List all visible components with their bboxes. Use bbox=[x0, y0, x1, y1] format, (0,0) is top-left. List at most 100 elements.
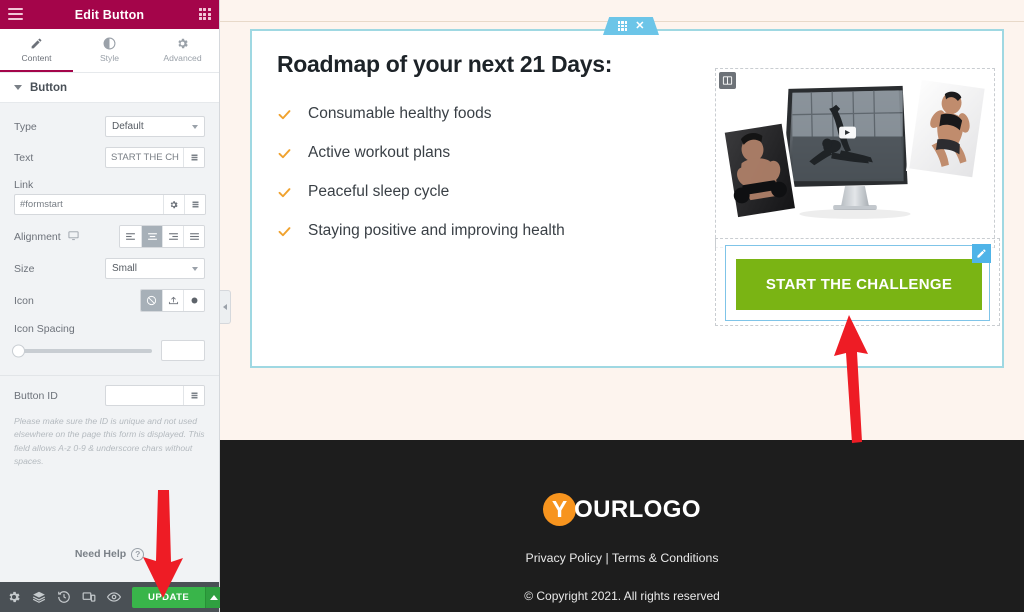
tab-style[interactable]: Style bbox=[73, 29, 146, 72]
slider-knob[interactable] bbox=[12, 344, 25, 357]
grid-dots-icon[interactable] bbox=[617, 21, 628, 31]
align-right-button[interactable] bbox=[162, 226, 183, 247]
tab-content[interactable]: Content bbox=[0, 29, 73, 72]
fitness-collage-image bbox=[716, 69, 994, 248]
control-icon: Icon bbox=[0, 284, 219, 317]
align-left-button[interactable] bbox=[120, 226, 141, 247]
icon-label: Icon bbox=[14, 294, 34, 307]
elementor-editor: Edit Button Content Style Advanced Butto… bbox=[0, 0, 1024, 612]
icon-spacing-slider[interactable] bbox=[12, 344, 152, 357]
tab-advanced-label: Advanced bbox=[163, 52, 202, 63]
control-button-id: Button ID bbox=[0, 380, 219, 411]
question-circle-icon[interactable]: ? bbox=[131, 547, 145, 561]
hamburger-icon[interactable] bbox=[8, 8, 23, 21]
database-icon[interactable] bbox=[184, 195, 205, 214]
list-item-label: Peaceful sleep cycle bbox=[308, 183, 450, 201]
control-alignment: Alignment bbox=[0, 220, 219, 253]
check-icon bbox=[277, 185, 292, 200]
check-icon bbox=[277, 146, 292, 161]
copyright-text: © Copyright 2021. All rights reserved bbox=[524, 589, 720, 603]
alignment-button-group bbox=[119, 225, 205, 248]
section-header-button[interactable]: Button bbox=[0, 73, 219, 103]
section-title: Button bbox=[30, 81, 68, 94]
page-title: Roadmap of your next 21 Days: bbox=[277, 51, 613, 77]
selected-widget-outline[interactable]: START THE CHALLENGE bbox=[725, 244, 991, 321]
text-input-wrap: START THE CH bbox=[105, 147, 205, 168]
icon-button-group bbox=[140, 289, 205, 312]
link-input[interactable]: #formstart bbox=[15, 195, 163, 214]
text-input[interactable]: START THE CH bbox=[106, 148, 183, 167]
responsive-icon[interactable] bbox=[82, 590, 96, 604]
editor-canvas: ✕ Roadmap of your next 21 Days: Consumab… bbox=[220, 0, 1024, 612]
privacy-policy-link[interactable]: Privacy Policy bbox=[526, 551, 603, 565]
control-icon-spacing bbox=[0, 336, 219, 367]
button-id-input-wrap bbox=[105, 385, 205, 406]
logo-text: OURLOGO bbox=[574, 495, 701, 523]
type-label: Type bbox=[14, 120, 37, 133]
icon-spacing-input[interactable] bbox=[161, 340, 205, 361]
size-select[interactable]: Small bbox=[105, 258, 205, 279]
start-the-challenge-button[interactable]: START THE CHALLENGE bbox=[736, 259, 982, 310]
links-separator: | bbox=[605, 551, 609, 565]
align-center-button[interactable] bbox=[141, 226, 162, 247]
tab-advanced[interactable]: Advanced bbox=[146, 29, 219, 72]
history-icon[interactable] bbox=[57, 590, 71, 604]
hero-section: Roadmap of your next 21 Days: Consumable… bbox=[250, 29, 1004, 368]
section-handle[interactable]: ✕ bbox=[603, 17, 659, 35]
control-type: Type Default bbox=[0, 111, 219, 142]
list-item-label: Consumable healthy foods bbox=[308, 105, 492, 122]
type-value: Default bbox=[112, 121, 144, 132]
need-help-row[interactable]: Need Help ? bbox=[0, 526, 219, 582]
alignment-label: Alignment bbox=[14, 230, 61, 243]
grid-dots-icon[interactable] bbox=[196, 8, 211, 21]
close-icon[interactable]: ✕ bbox=[635, 20, 644, 32]
text-label: Text bbox=[14, 151, 34, 164]
none-icon[interactable] bbox=[141, 290, 162, 311]
circle-icon[interactable] bbox=[183, 290, 204, 311]
size-label: Size bbox=[14, 262, 35, 275]
link-label: Link bbox=[14, 179, 34, 191]
type-select[interactable]: Default bbox=[105, 116, 205, 137]
icon-spacing-label: Icon Spacing bbox=[14, 323, 75, 335]
button-id-helper-text: Please make sure the ID is unique and no… bbox=[14, 416, 205, 466]
preview-icon[interactable] bbox=[106, 590, 122, 604]
size-value: Small bbox=[112, 263, 138, 274]
pencil-icon[interactable] bbox=[971, 244, 991, 264]
panel-collapse-handle[interactable] bbox=[220, 290, 231, 324]
panel-title: Edit Button bbox=[74, 7, 145, 22]
list-item: Staying positive and improving health bbox=[277, 222, 667, 239]
media-widget[interactable] bbox=[715, 68, 995, 248]
align-justify-button[interactable] bbox=[183, 226, 204, 247]
site-footer: Y OURLOGO Privacy Policy | Terms & Condi… bbox=[220, 440, 1024, 612]
update-button[interactable]: UPDATE bbox=[132, 586, 206, 608]
link-input-wrap: #formstart bbox=[14, 194, 206, 215]
logo-mark: Y bbox=[543, 493, 577, 526]
hero-text-column: Roadmap of your next 21 Days: Consumable… bbox=[277, 51, 667, 261]
navigator-icon[interactable] bbox=[32, 590, 46, 604]
video-widget-icon[interactable] bbox=[719, 72, 736, 89]
panel-tabs: Content Style Advanced bbox=[0, 29, 219, 73]
upload-icon[interactable] bbox=[162, 290, 183, 311]
database-icon[interactable] bbox=[183, 386, 204, 405]
list-item-label: Staying positive and improving health bbox=[308, 222, 565, 240]
list-item: Active workout plans bbox=[277, 144, 667, 161]
tab-style-label: Style bbox=[99, 52, 120, 63]
button-id-input[interactable] bbox=[106, 386, 183, 405]
desktop-icon[interactable] bbox=[68, 228, 79, 246]
gear-icon[interactable] bbox=[163, 195, 184, 214]
update-button-group: UPDATE bbox=[132, 586, 223, 608]
button-id-label: Button ID bbox=[14, 389, 58, 402]
check-icon bbox=[277, 107, 292, 122]
pencil-icon bbox=[30, 37, 43, 50]
need-help-label: Need Help bbox=[74, 548, 127, 560]
caret-up-icon bbox=[210, 594, 219, 600]
database-icon[interactable] bbox=[183, 148, 204, 167]
list-item: Peaceful sleep cycle bbox=[277, 183, 667, 200]
settings-icon[interactable] bbox=[7, 590, 21, 604]
terms-conditions-link[interactable]: Terms & Conditions bbox=[612, 551, 719, 565]
gear-icon bbox=[176, 37, 189, 50]
list-item-label: Active workout plans bbox=[308, 144, 451, 162]
chevron-down-icon bbox=[14, 85, 22, 90]
chevron-left-icon bbox=[223, 304, 227, 310]
footer-links: Privacy Policy | Terms & Conditions bbox=[220, 551, 1024, 565]
